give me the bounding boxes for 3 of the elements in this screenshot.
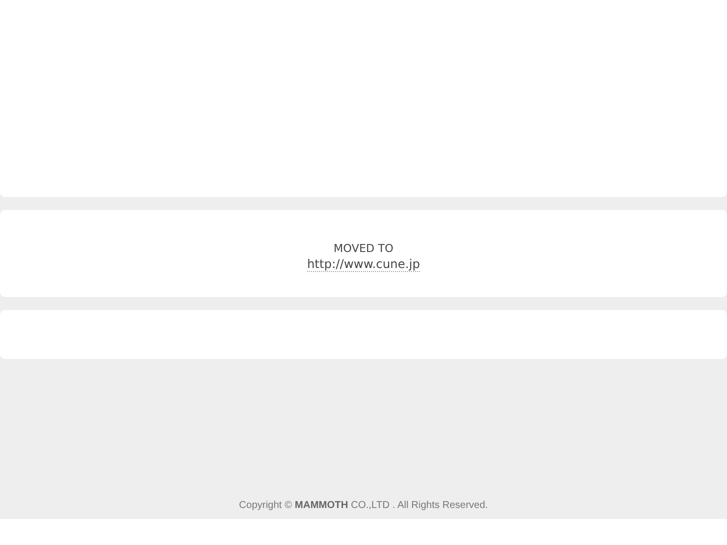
copyright-text: Copyright © MAMMOTH CO.,LTD . All Rights Reserved. — [239, 500, 488, 511]
moved-heading: MOVED TO — [334, 240, 394, 254]
site-link[interactable]: http://www.cune.jp — [307, 256, 420, 272]
